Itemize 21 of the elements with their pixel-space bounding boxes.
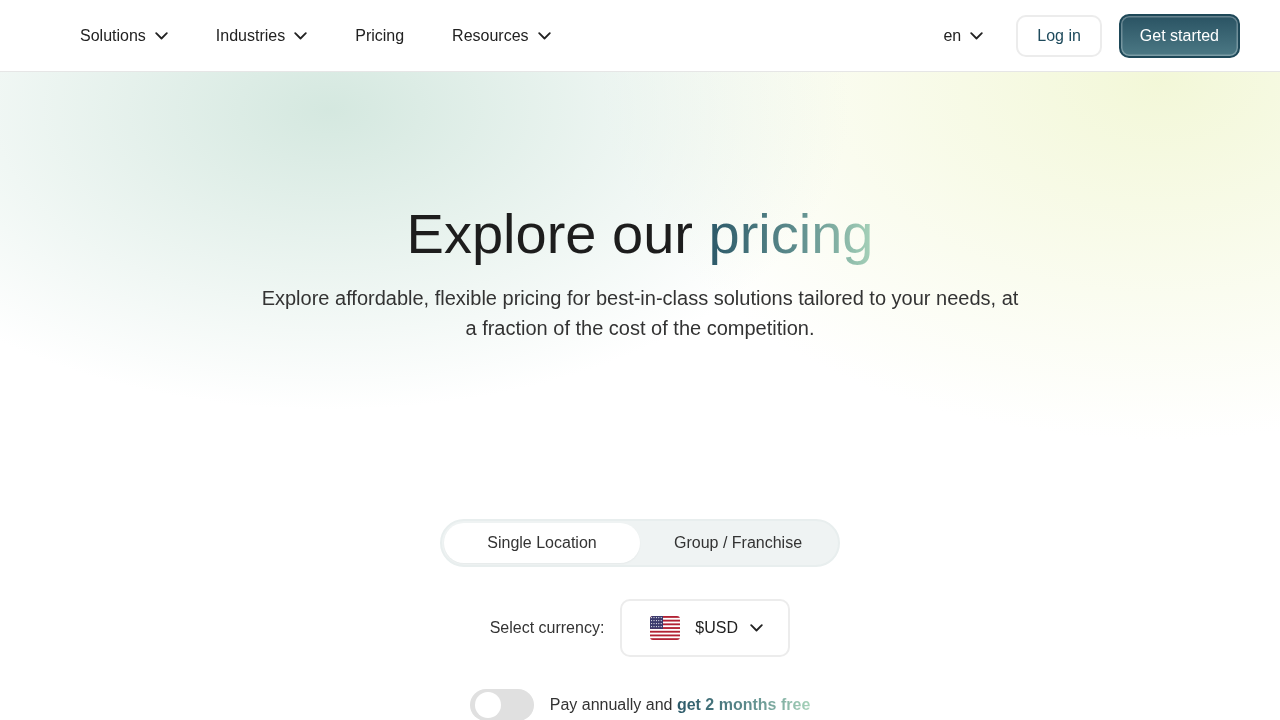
login-button[interactable]: Log in [1016, 14, 1102, 57]
page-heading: Explore our pricing [406, 201, 874, 267]
hero-subtitle: Explore affordable, flexible pricing for best-in-class solutions tailored to your needs, at a fraction of the cost of the competition. [260, 286, 1020, 341]
nav-menu-item[interactable]: Pricing [355, 26, 405, 45]
plan-tab[interactable]: Single Location [444, 523, 640, 563]
annual-billing-toggle[interactable] [469, 689, 534, 720]
chevron-down-icon [154, 31, 168, 40]
get-started-button[interactable]: Get started [1118, 13, 1240, 58]
chevron-down-icon [294, 31, 308, 40]
currency-label: Select currency: [489, 619, 605, 637]
nav-menu-item[interactable]: Industries [215, 26, 308, 45]
chevron-down-icon [537, 31, 551, 40]
plan-tab[interactable]: Group / Franchise [640, 523, 836, 563]
chevron-down-icon [970, 31, 984, 40]
flag-icon [650, 616, 681, 640]
annual-offer-text: Pay annually and get 2 months free [549, 696, 811, 714]
nav-menu-item[interactable]: Resources [452, 26, 551, 45]
nav-menu-item[interactable]: Solutions [80, 26, 168, 45]
currency-select[interactable]: $USD [620, 599, 791, 657]
language-selector[interactable]: en [943, 26, 984, 45]
chevron-down-icon [750, 624, 764, 632]
